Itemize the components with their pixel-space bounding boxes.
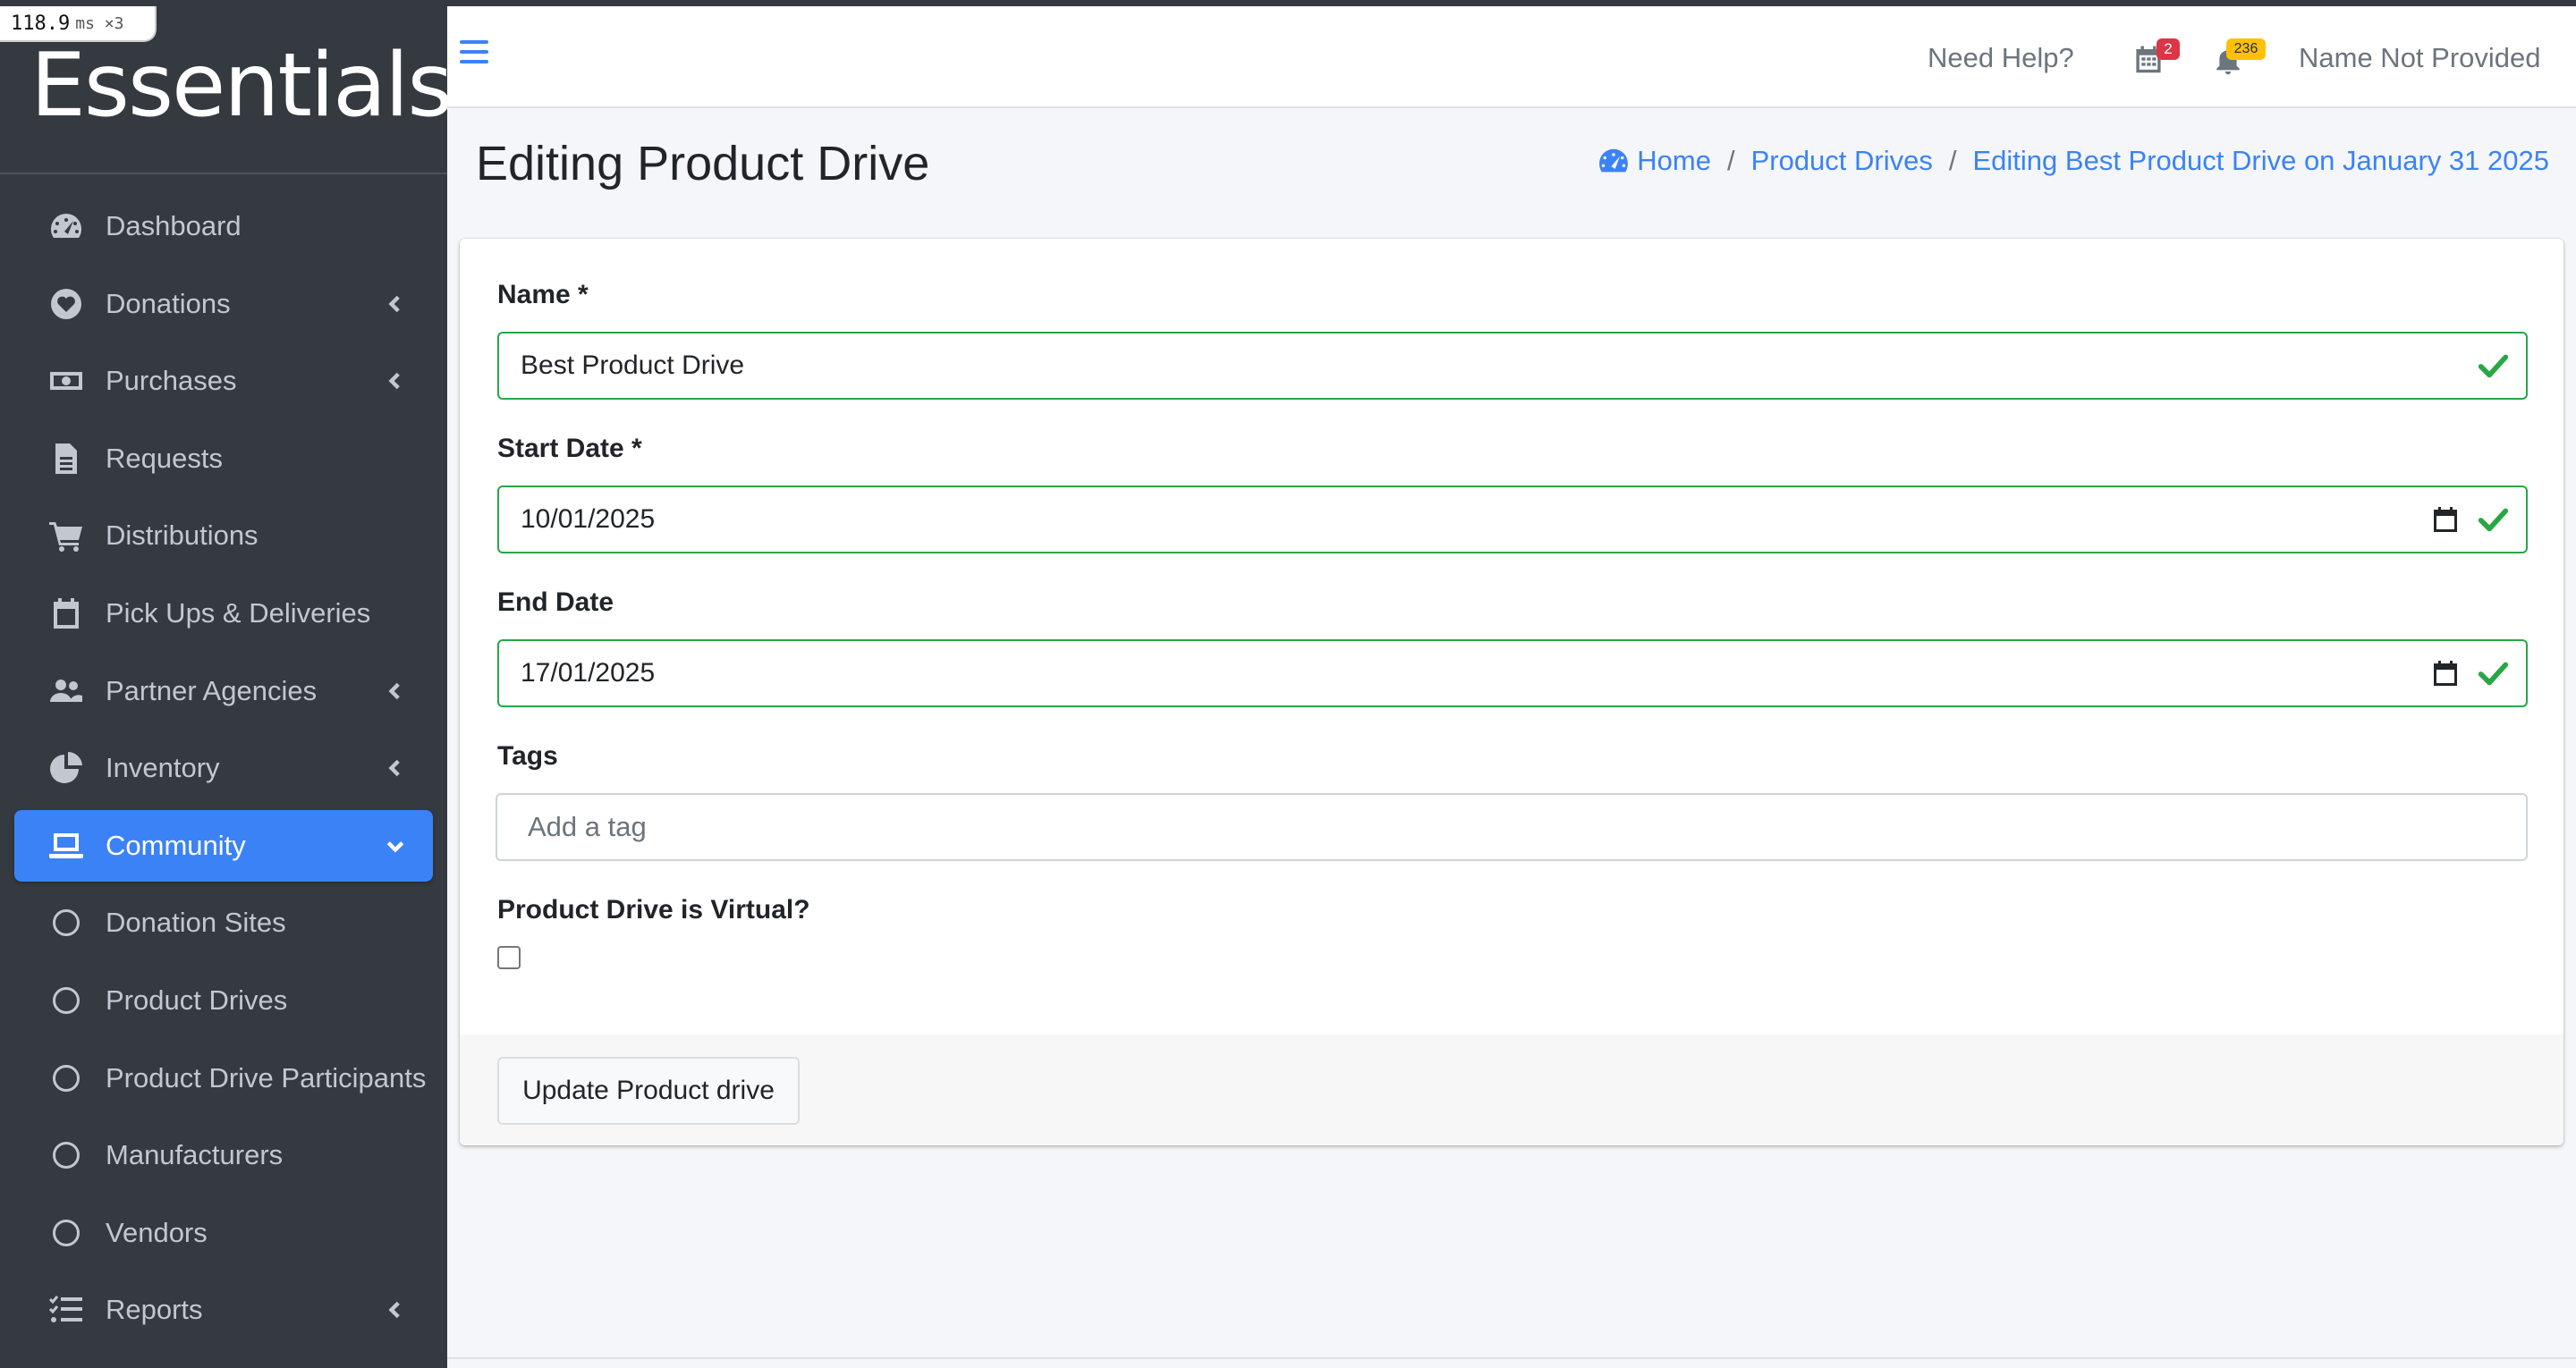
circle-icon [47,1137,86,1173]
top-navbar: Need Help? 2 236 Name Not Provided [447,6,2576,108]
sidebar-item-purchases[interactable]: Purchases [14,345,433,417]
calendar-picker-icon[interactable] [2431,659,2460,688]
sidebar-item-label: Donation Sites [106,907,286,939]
calendar-picker-icon[interactable] [2431,505,2460,534]
virtual-checkbox[interactable] [497,946,521,969]
file-icon [47,441,86,477]
name-value: Best Product Drive [521,350,745,380]
brand-logo: Essentials [30,35,453,137]
circle-icon [47,1215,86,1251]
sidebar-item-partner-agencies[interactable]: Partner Agencies [14,655,433,727]
start-date-field[interactable]: 10/01/2025 [497,486,2528,553]
end-date-field[interactable]: 17/01/2025 [497,639,2528,707]
circle-icon [47,905,86,941]
chevron-left-icon [379,288,411,320]
sidebar-item-label: Product Drive Participants [106,1061,427,1094]
tags-label: Tags [497,741,558,771]
breadcrumb: Home / Product Drives / Editing Best Pro… [1597,145,2549,177]
footer-divider [447,1357,2576,1359]
sidebar-item-label: Pick Ups & Deliveries [106,596,371,629]
breadcrumb-separator: / [1726,145,1735,176]
hamburger-menu-icon[interactable] [460,40,488,69]
sidebar-item-label: Dashboard [106,210,242,241]
name-label: Name * [497,280,589,309]
sidebar-item-label: Reports [106,1294,203,1326]
sidebar: Essentials Dashboard Donations Purchases [0,6,453,1368]
perf-badge: 118.9 ms ×3 [0,6,157,42]
sidebar-item-product-drives[interactable]: Product Drives [14,965,433,1036]
sidebar-item-label: Purchases [106,365,237,397]
valid-check-icon [2478,662,2509,686]
sidebar-item-product-drive-participants[interactable]: Product Drive Participants [14,1043,433,1114]
heart-icon [47,286,86,322]
perf-unit: ms ×3 [75,13,124,33]
sidebar-item-label: Vendors [106,1216,208,1248]
sidebar-item-label: Requests [106,442,223,474]
sidebar-item-label: Inventory [106,752,220,784]
product-drive-form-card: Name * Best Product Drive Start Date * 1… [460,239,2563,1145]
update-product-drive-button[interactable]: Update Product drive [497,1057,800,1125]
breadcrumb-home[interactable]: Home [1637,145,1711,177]
chevron-left-icon [379,365,411,397]
perf-value: 118.9 [11,12,71,35]
sidebar-item-pickups[interactable]: Pick Ups & Deliveries [14,578,433,649]
breadcrumb-separator: / [1948,145,1957,176]
sidebar-item-donations[interactable]: Donations [14,268,433,340]
sidebar-item-community[interactable]: Community [14,809,433,882]
sidebar-item-label: Product Drives [106,984,288,1016]
page-title: Editing Product Drive [476,137,930,190]
card-body: Name * Best Product Drive Start Date * 1… [460,239,2563,1034]
sidebar-item-inventory[interactable]: Inventory [14,732,433,804]
virtual-label: Product Drive is Virtual? [497,895,810,925]
cart-icon [47,518,86,553]
sidebar-item-distributions[interactable]: Distributions [14,500,433,571]
breadcrumb-current[interactable]: Editing Best Product Drive on January 31… [1973,145,2550,177]
calendar-notifications[interactable]: 2 [2133,38,2187,83]
tags-input[interactable]: Add a tag [496,793,2528,861]
circle-icon [47,983,86,1018]
sidebar-item-requests[interactable]: Requests [14,423,433,494]
chevron-left-icon [379,1294,411,1326]
calendar-badge: 2 [2157,38,2180,60]
need-help-link[interactable]: Need Help? [1928,42,2074,74]
calendar-icon [47,595,86,631]
user-menu[interactable]: Name Not Provided [2299,42,2541,74]
sidebar-item-label: Donations [106,287,231,319]
sidebar-item-label: Distributions [106,519,258,552]
sidebar-item-dashboard[interactable]: Dashboard [14,190,433,262]
end-date-value: 17/01/2025 [521,658,656,688]
sidebar-item-label: Community [106,829,246,861]
end-date-label: End Date [497,587,614,617]
money-bill-icon [47,363,86,399]
sidebar-nav: Dashboard Donations Purchases Requests D… [0,190,447,1352]
sidebar-item-donation-sites[interactable]: Donation Sites [14,887,433,958]
users-icon [47,673,86,709]
name-field[interactable]: Best Product Drive [497,332,2528,400]
chevron-left-icon [379,675,411,707]
sidebar-item-vendors[interactable]: Vendors [14,1197,433,1269]
dashboard-icon [1599,148,1629,173]
circle-icon [47,1060,86,1096]
top-strip [0,0,2576,6]
valid-check-icon [2478,354,2509,378]
start-date-label: Start Date * [497,434,642,463]
dashboard-icon [47,208,86,244]
pie-chart-icon [47,750,86,786]
sidebar-item-reports[interactable]: Reports [14,1274,433,1346]
sidebar-item-manufacturers[interactable]: Manufacturers [14,1119,433,1191]
chevron-left-icon [379,752,411,784]
chevron-down-icon [379,830,411,862]
valid-check-icon [2478,508,2509,532]
bell-badge: 236 [2226,38,2266,60]
start-date-value: 10/01/2025 [521,504,656,534]
tags-placeholder: Add a tag [528,811,647,842]
sidebar-item-label: Partner Agencies [106,674,318,706]
bell-notifications[interactable]: 236 [2214,38,2276,83]
laptop-icon [47,828,86,864]
list-check-icon [47,1292,86,1328]
breadcrumb-product-drives[interactable]: Product Drives [1751,145,1933,177]
sidebar-item-label: Manufacturers [106,1139,284,1171]
